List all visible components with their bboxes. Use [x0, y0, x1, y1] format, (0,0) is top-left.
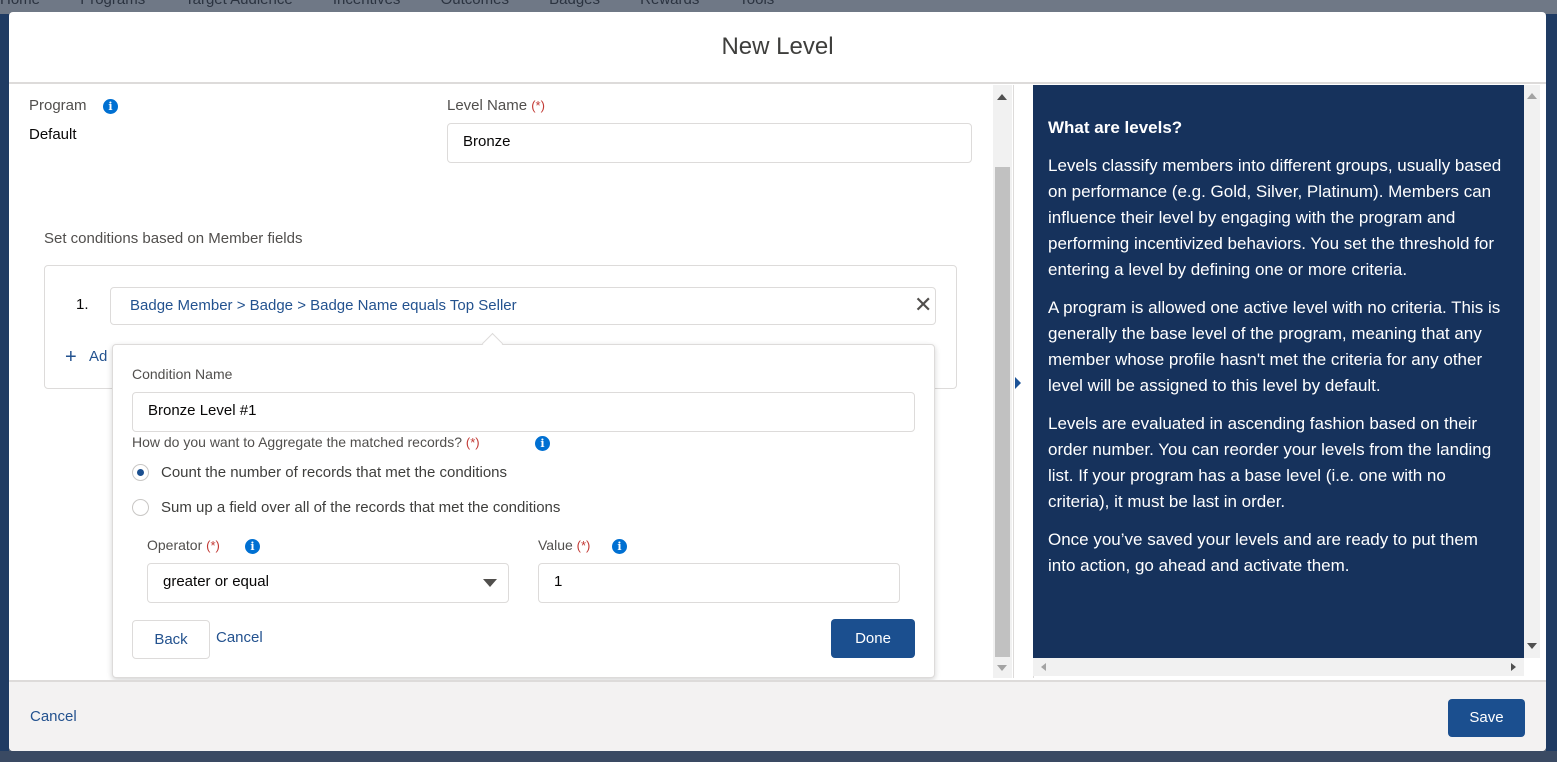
- required-marker: (*): [576, 538, 591, 553]
- operator-label: Operator (*): [147, 537, 220, 553]
- level-name-label: Level Name (*): [447, 97, 545, 114]
- scroll-down-icon[interactable]: [997, 665, 1007, 671]
- plus-icon[interactable]: +: [65, 346, 77, 369]
- value-input[interactable]: 1: [538, 563, 900, 603]
- background-right: [1546, 14, 1557, 762]
- aggregate-question-text: How do you want to Aggregate the matched…: [132, 434, 462, 450]
- scroll-right-icon[interactable]: [1511, 663, 1516, 671]
- level-name-input[interactable]: Bronze: [447, 123, 972, 163]
- sum-radio[interactable]: [132, 499, 149, 516]
- operator-select-value: greater or equal: [163, 573, 269, 590]
- save-button[interactable]: Save: [1448, 699, 1525, 737]
- chevron-right-icon[interactable]: [1015, 377, 1021, 389]
- nav-item-rewards: Rewards: [640, 0, 699, 8]
- scroll-up-icon[interactable]: [997, 94, 1007, 100]
- back-button[interactable]: Back: [132, 620, 210, 659]
- background-bottom: [0, 751, 1557, 762]
- condition-name-input[interactable]: Bronze Level #1: [132, 392, 915, 432]
- scroll-up-icon[interactable]: [1527, 93, 1537, 99]
- chevron-down-icon: [483, 579, 497, 587]
- add-condition-link[interactable]: Ad: [89, 348, 107, 365]
- program-value: Default: [29, 126, 77, 143]
- operator-label-text: Operator: [147, 537, 203, 553]
- main-scrollbar[interactable]: [993, 85, 1012, 678]
- count-radio[interactable]: [132, 464, 149, 481]
- condition-pill-text: Badge Member > Badge > Badge Name equals…: [130, 297, 517, 314]
- scroll-down-icon[interactable]: [1527, 643, 1537, 649]
- modal-title: New Level: [721, 33, 834, 60]
- help-paragraph: A program is allowed one active level wi…: [1048, 298, 1501, 395]
- help-paragraph: Once you’ve saved your levels and are re…: [1048, 530, 1478, 575]
- condition-name-label: Condition Name: [132, 366, 233, 382]
- help-horizontal-scrollbar[interactable]: [1033, 658, 1524, 676]
- nav-item-badges: Badges: [549, 0, 600, 8]
- new-level-modal: New Level Program i Default Level Name (…: [9, 12, 1546, 751]
- required-marker: (*): [465, 435, 480, 450]
- modal-header: New Level: [9, 12, 1546, 84]
- value-label-text: Value: [538, 537, 573, 553]
- nav-item-incentives: Incentives: [333, 0, 401, 8]
- background-left: [0, 14, 9, 762]
- sum-option-label[interactable]: Sum up a field over all of the records t…: [161, 499, 560, 516]
- popover-cancel-link[interactable]: Cancel: [216, 629, 263, 646]
- conditions-heading: Set conditions based on Member fields: [44, 230, 303, 247]
- nav-item-tools: Tools: [739, 0, 774, 8]
- main-scrollbar-thumb[interactable]: [995, 167, 1010, 657]
- aggregate-info-icon[interactable]: i: [535, 436, 550, 451]
- condition-pill[interactable]: Badge Member > Badge > Badge Name equals…: [110, 287, 936, 325]
- help-title: What are levels?: [1048, 118, 1183, 137]
- count-option-label[interactable]: Count the number of records that met the…: [161, 464, 507, 481]
- aggregate-question: How do you want to Aggregate the matched…: [132, 434, 480, 450]
- scroll-left-icon[interactable]: [1041, 663, 1046, 671]
- operator-info-icon[interactable]: i: [245, 539, 260, 554]
- required-marker: (*): [206, 538, 220, 553]
- level-name-label-text: Level Name: [447, 97, 528, 114]
- help-vertical-scrollbar[interactable]: [1524, 85, 1540, 658]
- close-icon[interactable]: ✕: [914, 294, 932, 316]
- nav-item-home: Home: [0, 0, 40, 8]
- cancel-button[interactable]: Cancel: [30, 708, 77, 725]
- nav-item-programs: Programs: [80, 0, 145, 8]
- value-label: Value (*): [538, 537, 590, 553]
- required-marker: (*): [531, 98, 545, 113]
- program-info-icon[interactable]: i: [103, 99, 118, 114]
- nav-item-target-audience: Target Audience: [185, 0, 293, 8]
- help-panel: What are levels? Levels classify members…: [1033, 85, 1524, 658]
- operator-select[interactable]: greater or equal: [147, 563, 509, 603]
- done-button[interactable]: Done: [831, 619, 915, 658]
- help-paragraph: Levels classify members into different g…: [1048, 156, 1502, 279]
- value-info-icon[interactable]: i: [612, 539, 627, 554]
- nav-item-outcomes: Outcomes: [441, 0, 509, 8]
- modal-footer: Cancel Save: [9, 680, 1546, 751]
- program-label: Program: [29, 97, 87, 114]
- condition-number: 1.: [76, 296, 89, 313]
- help-paragraph: Levels are evaluated in ascending fashio…: [1048, 414, 1492, 511]
